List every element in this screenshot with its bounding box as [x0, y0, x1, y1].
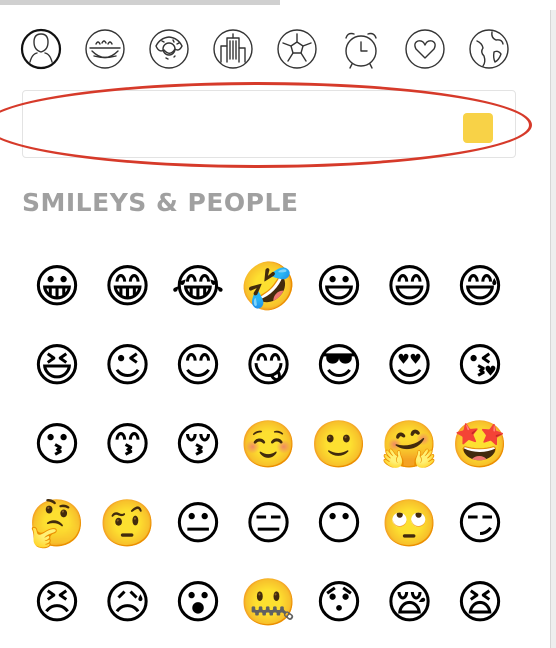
- emoji-button[interactable]: 😮: [168, 572, 228, 632]
- emoji-button[interactable]: ☺️: [239, 414, 299, 474]
- emoji-button[interactable]: 😄: [380, 256, 440, 316]
- tab-smileys-people[interactable]: [18, 26, 64, 72]
- emoji-button[interactable]: 😘: [450, 335, 510, 395]
- tab-activity[interactable]: [274, 26, 320, 72]
- emoji-button[interactable]: 😑: [239, 493, 299, 553]
- emoji-button[interactable]: 😣: [27, 572, 87, 632]
- emoji-button[interactable]: 😫: [450, 572, 510, 632]
- emoji-grid: 😀 😁 😂 🤣 😃 😄 😅 😆 😉 😊 😋 😎 😍 😘 😗 😙 😚 ☺️ 🙂 🤗 🤩 🤔 🤨 😐 😑 😶 🙄 😏 😣 😥 😮 🤐 😯 😪 😫: [27, 256, 517, 646]
- emoji-button[interactable]: 😗: [27, 414, 87, 474]
- emoji-button[interactable]: 🤣: [239, 256, 299, 316]
- emoji-button[interactable]: 🤩: [450, 414, 510, 474]
- emoji-button[interactable]: 😀: [27, 256, 87, 316]
- scrollbar-track[interactable]: [550, 10, 556, 648]
- emoji-button[interactable]: 😋: [239, 335, 299, 395]
- emoji-button[interactable]: 😃: [309, 256, 369, 316]
- heart-icon: [405, 29, 445, 69]
- emoji-button[interactable]: 🤨: [98, 493, 158, 553]
- emoji-button[interactable]: 😚: [168, 414, 228, 474]
- emoji-button[interactable]: 😯: [309, 572, 369, 632]
- emoji-button[interactable]: 🙄: [380, 493, 440, 553]
- emoji-button[interactable]: 😉: [98, 335, 158, 395]
- soccer-ball-icon: [277, 29, 317, 69]
- emoji-button[interactable]: 😙: [98, 414, 158, 474]
- emoji-button[interactable]: 😊: [168, 335, 228, 395]
- search-box: [22, 90, 516, 158]
- emoji-button[interactable]: 😆: [27, 335, 87, 395]
- top-divider: [0, 0, 280, 5]
- tab-animals-nature[interactable]: [82, 26, 128, 72]
- emoji-button[interactable]: 🤔: [27, 493, 87, 553]
- person-icon: [20, 28, 62, 70]
- building-icon: [213, 29, 253, 69]
- tab-objects[interactable]: [338, 26, 384, 72]
- emoji-button[interactable]: 😐: [168, 493, 228, 553]
- tab-flags[interactable]: [466, 26, 512, 72]
- tab-symbols[interactable]: [402, 26, 448, 72]
- emoji-button[interactable]: 😁: [98, 256, 158, 316]
- emoji-button[interactable]: 😍: [380, 335, 440, 395]
- emoji-button[interactable]: 😪: [380, 572, 440, 632]
- skin-tone-selector[interactable]: [463, 113, 493, 143]
- tab-food-drink[interactable]: [146, 26, 192, 72]
- emoji-button[interactable]: 🙂: [309, 414, 369, 474]
- search-input[interactable]: [37, 109, 461, 143]
- globe-icon: [469, 29, 509, 69]
- emoji-button[interactable]: 😅: [450, 256, 510, 316]
- emoji-button[interactable]: 😂: [168, 256, 228, 316]
- emoji-button[interactable]: 😎: [309, 335, 369, 395]
- section-title: SMILEYS & PEOPLE: [22, 188, 299, 217]
- category-tabs: [18, 26, 528, 74]
- emoji-button[interactable]: 🤐: [239, 572, 299, 632]
- alarm-clock-icon: [345, 32, 377, 69]
- emoji-button[interactable]: 🤗: [380, 414, 440, 474]
- emoji-button[interactable]: 😥: [98, 572, 158, 632]
- emoji-button[interactable]: 😏: [450, 493, 510, 553]
- emoji-button[interactable]: 😶: [309, 493, 369, 553]
- donut-icon: [149, 29, 189, 69]
- tab-travel-places[interactable]: [210, 26, 256, 72]
- cup-icon: [85, 29, 125, 69]
